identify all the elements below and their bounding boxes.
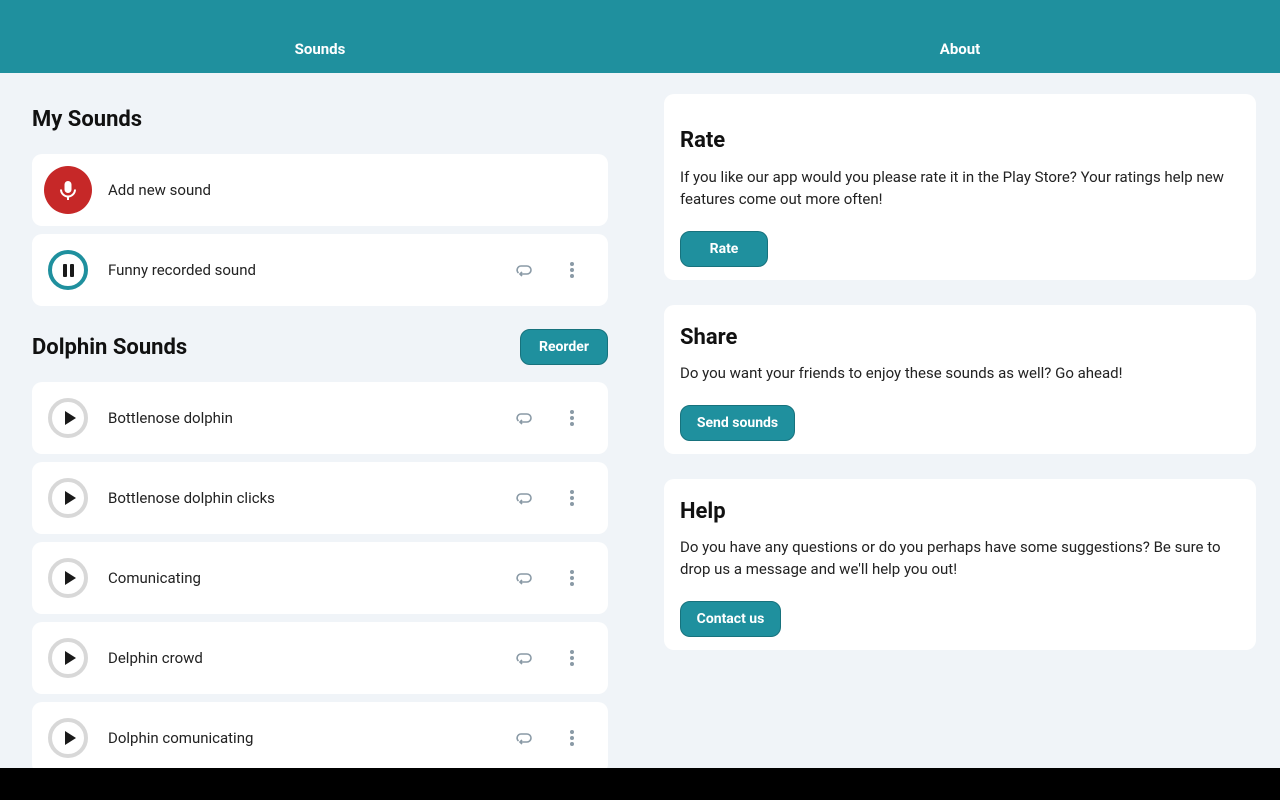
dolphin-sounds-title: Dolphin Sounds [32,335,188,360]
more-vert-icon[interactable] [562,648,582,668]
sound-label: Funny recorded sound [108,261,256,279]
add-new-sound-label: Add new sound [108,181,211,199]
rate-card: Rate If you like our app would you pleas… [664,94,1256,280]
help-title: Help [680,499,726,524]
play-icon [65,571,76,585]
play-button[interactable] [48,718,88,758]
sound-label: Bottlenose dolphin clicks [108,489,275,507]
play-button[interactable] [48,638,88,678]
mic-icon [60,181,76,200]
share-title: Share [680,325,738,350]
play-button[interactable] [48,478,88,518]
rate-text: If you like our app would you please rat… [680,168,1224,208]
sound-row[interactable]: Delphin crowd [32,622,608,694]
app-window: Sounds About My Sounds Add new sound Fun… [0,0,1280,768]
play-button[interactable] [48,398,88,438]
more-vert-icon[interactable] [562,408,582,428]
sound-label: Bottlenose dolphin [108,409,233,427]
sound-row[interactable]: Dolphin comunicating [32,702,608,768]
loop-icon[interactable] [514,648,534,668]
sound-row[interactable]: Bottlenose dolphin clicks [32,462,608,534]
pause-icon [63,264,67,277]
top-tab-bar: Sounds About [0,0,1280,73]
sound-row[interactable]: Bottlenose dolphin [32,382,608,454]
share-card: Share Do you want your friends to enjoy … [664,305,1256,454]
more-vert-icon[interactable] [562,728,582,748]
help-card: Help Do you have any questions or do you… [664,479,1256,650]
my-sounds-title: My Sounds [32,107,143,132]
loop-icon[interactable] [514,408,534,428]
sound-row[interactable]: Comunicating [32,542,608,614]
play-icon [65,491,76,505]
loop-icon[interactable] [514,728,534,748]
play-icon [65,411,76,425]
play-icon [65,651,76,665]
loop-icon[interactable] [514,260,534,280]
loop-icon[interactable] [514,488,534,508]
sound-label: Delphin crowd [108,649,203,667]
loop-icon[interactable] [514,568,534,588]
tab-sounds[interactable]: Sounds [0,0,640,73]
help-text: Do you have any questions or do you perh… [680,538,1221,578]
more-vert-icon[interactable] [562,568,582,588]
rate-button[interactable]: Rate [680,231,768,267]
play-button[interactable] [48,558,88,598]
play-icon [65,731,76,745]
sound-row-recorded[interactable]: Funny recorded sound [32,234,608,306]
add-new-sound-card[interactable]: Add new sound [32,154,608,226]
sound-label: Comunicating [108,569,201,587]
share-text: Do you want your friends to enjoy these … [680,364,1123,382]
rate-title: Rate [680,128,726,153]
tab-about[interactable]: About [640,0,1280,73]
reorder-button[interactable]: Reorder [520,329,608,365]
pause-button[interactable] [48,250,88,290]
more-vert-icon[interactable] [562,488,582,508]
send-sounds-button[interactable]: Send sounds [680,405,795,441]
sound-label: Dolphin comunicating [108,729,254,747]
contact-us-button[interactable]: Contact us [680,601,781,637]
record-button[interactable] [44,166,92,214]
more-vert-icon[interactable] [562,260,582,280]
